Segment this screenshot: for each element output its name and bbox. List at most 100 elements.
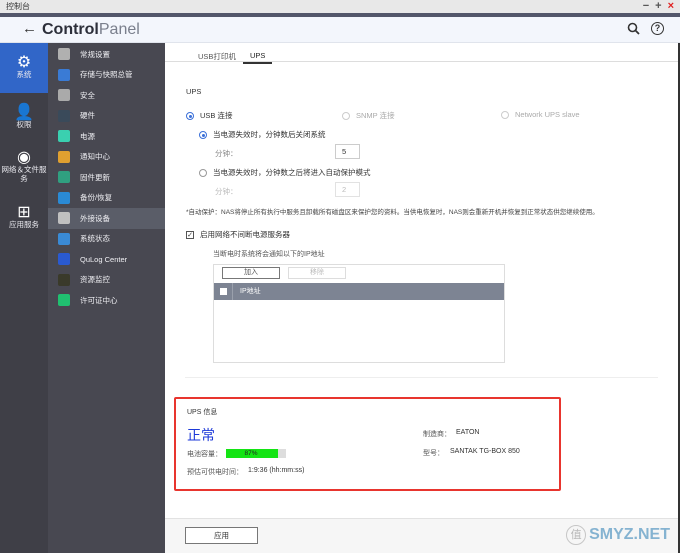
nav-item-icon	[58, 191, 70, 204]
ups-info-panel: UPS 信息 正常 电池容量： 87% 预估可供电时间： 1:9:36 (hh:…	[174, 397, 561, 491]
app-title-light: Panel	[98, 21, 140, 38]
window-titlebar: 控制台 − + ×	[0, 0, 680, 13]
ups-section-title: UPS	[186, 87, 202, 96]
nav-item-icon	[58, 48, 70, 61]
nav-item-icon	[58, 171, 70, 184]
enable-ups-server-checkbox[interactable]: ✓ 启用网络不间断电源服务器	[186, 229, 290, 240]
nav-secondary-label: 通知中心	[80, 152, 110, 162]
nav-secondary-item[interactable]: 存储与快照总管	[48, 65, 165, 86]
nav-secondary-item[interactable]: 通知中心	[48, 147, 165, 168]
nav-secondary-item[interactable]: 许可证中心	[48, 290, 165, 311]
nav-item-icon	[58, 294, 70, 307]
ip-column-header[interactable]: IP地址	[240, 283, 261, 300]
select-all-checkbox[interactable]	[220, 288, 227, 295]
remove-ip-button[interactable]: 移除	[288, 267, 346, 279]
nav-secondary-label: 常规设置	[80, 49, 110, 59]
shutdown-minutes-input[interactable]: 5	[335, 144, 360, 159]
ups-info-title: UPS 信息	[187, 409, 218, 416]
nav-item-icon	[58, 273, 70, 286]
app-title-bold: Control	[42, 21, 99, 38]
radio-icon	[342, 112, 350, 121]
nav-secondary-label: QuLog Center	[80, 254, 128, 264]
manufacturer-label: 制造商：	[423, 431, 451, 438]
radio-network-ups-slave[interactable]: Network UPS slave	[501, 110, 580, 120]
nav-secondary-item[interactable]: 硬件	[48, 106, 165, 127]
model-label: 型号：	[423, 450, 444, 457]
battery-label: 电池容量：	[187, 451, 222, 458]
protect-option-label: 当电源失效时，分钟数之后将进入自动保护模式	[213, 168, 371, 177]
nav-primary-item[interactable]: ⚙ 系统	[0, 43, 48, 93]
radio-snmp-connection[interactable]: SNMP 连接	[342, 110, 395, 121]
nav-primary-label: 网络＆文件服务	[1, 165, 47, 183]
runtime-value: 1:9:36 (hh:mm:ss)	[248, 467, 305, 474]
table-header: IP地址	[214, 283, 504, 300]
radio-auto-protect-option[interactable]: 当电源失效时，分钟数之后将进入自动保护模式	[199, 167, 371, 178]
protect-minutes-label: 分钟：	[215, 187, 238, 196]
nav-secondary-item[interactable]: 系统状态	[48, 229, 165, 250]
close-button[interactable]: ×	[668, 0, 674, 13]
tab-ups[interactable]: UPS	[243, 51, 273, 64]
nav-secondary-item[interactable]: 外接设备	[48, 208, 165, 229]
battery-progress-bar: 87%	[226, 449, 286, 458]
nav-secondary-item[interactable]: 资源监控	[48, 270, 165, 291]
back-button[interactable]: ←	[22, 20, 37, 37]
nav-secondary-item[interactable]: 常规设置	[48, 44, 165, 65]
checkbox-checked-icon: ✓	[186, 231, 194, 240]
nav-secondary-item[interactable]: 备份/恢复	[48, 188, 165, 209]
radio-usb-label: USB 连接	[200, 111, 233, 120]
ups-status: 正常	[187, 427, 215, 443]
protect-minutes-input[interactable]: 2	[335, 182, 360, 197]
radio-snmp-label: SNMP 连接	[356, 111, 395, 120]
search-icon[interactable]	[627, 22, 640, 38]
radio-usb-connection[interactable]: USB 连接	[186, 110, 233, 121]
window-title: 控制台	[6, 2, 30, 11]
help-icon[interactable]: ?	[651, 22, 664, 35]
nav-secondary-item[interactable]: 安全	[48, 85, 165, 106]
globe-icon: ◉	[17, 149, 31, 166]
window-controls: − + ×	[643, 0, 674, 13]
model-value: SANTAK TG-BOX 850	[450, 448, 520, 455]
watermark: 值 SMYZ.NET	[566, 525, 670, 545]
nav-secondary-label: 电源	[80, 131, 95, 141]
watermark-text: SMYZ.NET	[589, 526, 670, 544]
nav-primary-item[interactable]: ◉ 网络＆文件服务	[0, 143, 48, 193]
nav-primary-label: 系统	[16, 69, 32, 79]
ip-address-table: 加入 移除 IP地址	[213, 264, 505, 363]
minimize-button[interactable]: −	[643, 0, 649, 13]
nav-secondary-label: 硬件	[80, 111, 95, 121]
radio-icon	[199, 169, 207, 178]
nav-secondary-label: 许可证中心	[80, 295, 118, 305]
nav-primary-label: 权限	[16, 119, 32, 129]
user-icon: 👤	[14, 103, 34, 121]
gear-icon: ⚙	[16, 53, 32, 71]
nav-primary-item[interactable]: 👤 权限	[0, 93, 48, 143]
section-divider	[185, 377, 658, 378]
radio-selected-icon	[199, 131, 207, 140]
nav-item-icon	[58, 212, 70, 225]
primary-sidebar: ⚙ 系统 👤 权限 ◉ 网络＆文件服务 ⊞ 应用服务	[0, 43, 48, 553]
nav-secondary-item[interactable]: 固件更新	[48, 167, 165, 188]
footer-bar: 应用 值 SMYZ.NET	[165, 518, 680, 553]
manufacturer-value: EATON	[456, 429, 480, 436]
maximize-button[interactable]: +	[655, 0, 661, 13]
nav-secondary-label: 固件更新	[80, 172, 110, 182]
nav-secondary-label: 系统状态	[80, 234, 110, 244]
nav-item-icon	[58, 68, 70, 81]
tab-usb-printer[interactable]: USB打印机	[198, 51, 236, 62]
nav-secondary-label: 存储与快照总管	[80, 70, 133, 80]
nav-secondary-item[interactable]: 电源	[48, 126, 165, 147]
add-ip-button[interactable]: 加入	[222, 267, 280, 279]
nav-primary-item[interactable]: ⊞ 应用服务	[0, 193, 48, 243]
radio-selected-icon	[186, 112, 194, 121]
app-title: ControlPanel	[42, 21, 140, 39]
radio-network-label: Network UPS slave	[515, 110, 580, 119]
nav-secondary-label: 外接设备	[80, 213, 110, 223]
nav-item-icon	[58, 232, 70, 245]
tab-bar: USB打印机 UPS	[165, 43, 680, 64]
radio-shutdown-option[interactable]: 当电源失效时，分钟数后关闭系统	[199, 129, 326, 140]
nav-secondary-item[interactable]: QuLog Center	[48, 249, 165, 270]
battery-percent: 87%	[244, 450, 258, 457]
apps-icon: ⊞	[17, 203, 31, 221]
nav-item-icon	[58, 253, 70, 266]
apply-button[interactable]: 应用	[185, 527, 258, 544]
